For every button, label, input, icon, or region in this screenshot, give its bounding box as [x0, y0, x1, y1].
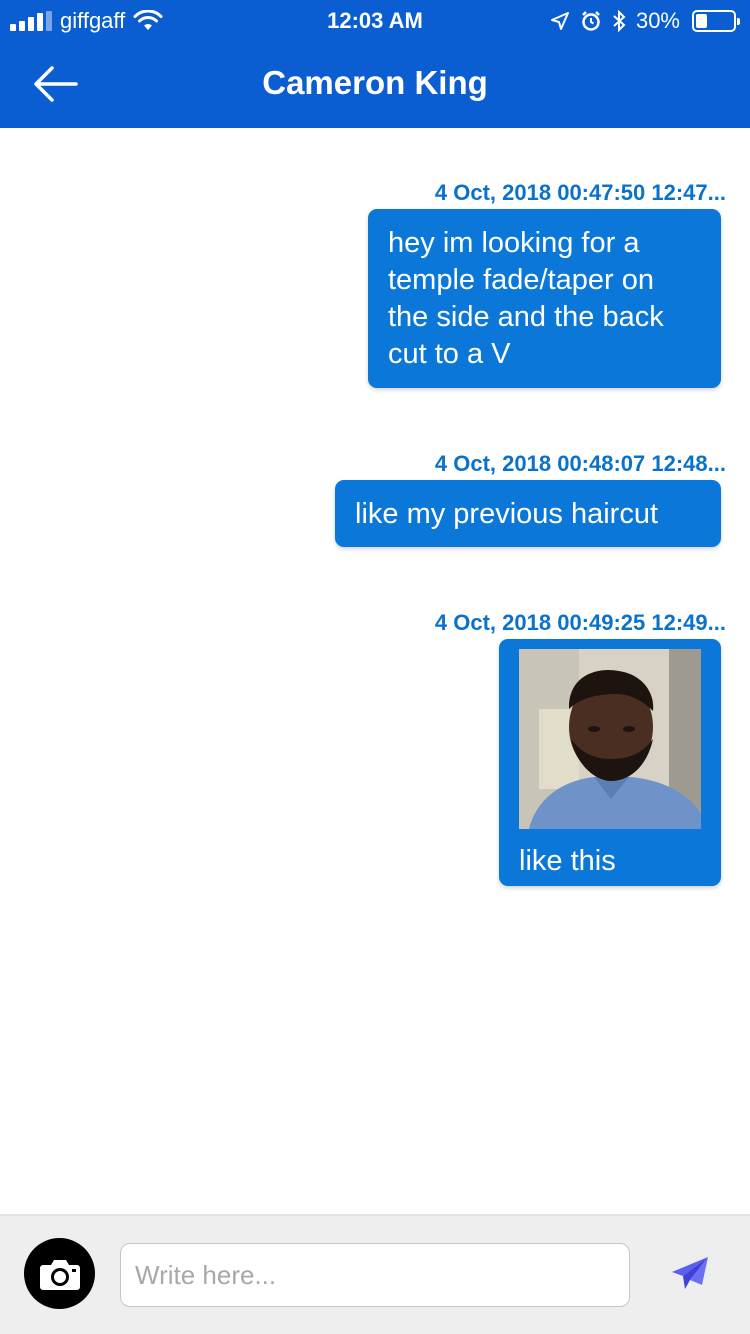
message-input[interactable]: [120, 1243, 630, 1307]
camera-button[interactable]: [24, 1238, 95, 1309]
portrait-image: [519, 649, 701, 829]
message-bubble[interactable]: like my previous haircut: [335, 480, 721, 547]
message-bubble[interactable]: like this: [499, 639, 721, 886]
bluetooth-icon: [613, 10, 626, 32]
battery-percent: 30%: [635, 8, 680, 33]
composer-bar: [0, 1214, 750, 1334]
location-arrow-icon: [550, 12, 569, 30]
nav-bar: Cameron King: [0, 42, 750, 128]
message-text: like my previous haircut: [355, 498, 658, 530]
message-timestamp: 4 Oct, 2018 00:47:50 12:47...: [434, 180, 726, 205]
message-timestamp: 4 Oct, 2018 00:48:07 12:48...: [434, 451, 726, 476]
status-right: 30%: [550, 8, 740, 34]
message-list: 4 Oct, 2018 00:47:50 12:47... hey im loo…: [0, 128, 750, 1214]
message-timestamp: 4 Oct, 2018 00:49:25 12:49...: [434, 610, 726, 635]
status-bar: giffgaff 12:03 AM 30%: [0, 0, 750, 42]
message-text: hey im looking for a temple fade/taper o…: [388, 227, 664, 370]
message-photo[interactable]: [519, 649, 701, 829]
message-bubble[interactable]: hey im looking for a temple fade/taper o…: [368, 209, 721, 388]
alarm-icon: [582, 11, 600, 31]
page-title: Cameron King: [262, 64, 488, 101]
battery-icon: [692, 10, 740, 32]
app-header: giffgaff 12:03 AM 30% Cameron King: [0, 0, 750, 128]
message-text: like this: [519, 845, 616, 877]
battery-fill: [696, 14, 707, 28]
paper-plane-icon: [672, 1257, 708, 1289]
camera-icon: [39, 1259, 80, 1290]
send-button[interactable]: [668, 1254, 712, 1294]
